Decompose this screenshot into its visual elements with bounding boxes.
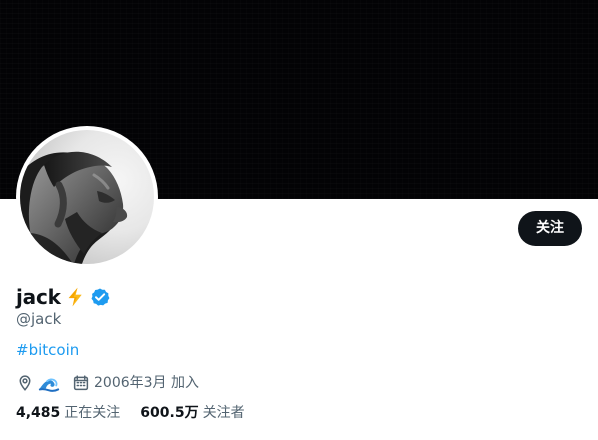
profile-handle: @jack [16, 310, 62, 328]
followers-label: 关注者 [202, 405, 245, 421]
lightning-icon [64, 286, 86, 308]
location-pin-icon [16, 374, 34, 392]
following-count: 4,485 [16, 405, 61, 421]
profile-metadata: 2006年3月 加入 [16, 372, 199, 394]
wave-icon [38, 372, 60, 394]
joined-date: 2006年3月 加入 [94, 375, 199, 391]
following-stat[interactable]: 4,485 正在关注 [16, 403, 120, 423]
calendar-icon [72, 374, 90, 392]
profile-name-row: jack [16, 284, 110, 310]
avatar-image [20, 130, 154, 264]
bio-hashtag-link[interactable]: #bitcoin [16, 340, 79, 360]
followers-stat[interactable]: 600.5万 关注者 [140, 403, 244, 423]
follow-button[interactable]: 关注 [518, 211, 582, 246]
profile-stats: 4,485 正在关注 600.5万 关注者 [16, 403, 245, 423]
profile-avatar[interactable] [16, 126, 158, 268]
display-name: jack [16, 285, 61, 309]
verified-badge-icon[interactable] [90, 287, 110, 307]
profile-page: 关注 jack @jack #bitcoin 2006年3月 加入 4,485 … [0, 0, 598, 440]
following-label: 正在关注 [64, 405, 121, 421]
followers-count: 600.5万 [140, 405, 199, 421]
